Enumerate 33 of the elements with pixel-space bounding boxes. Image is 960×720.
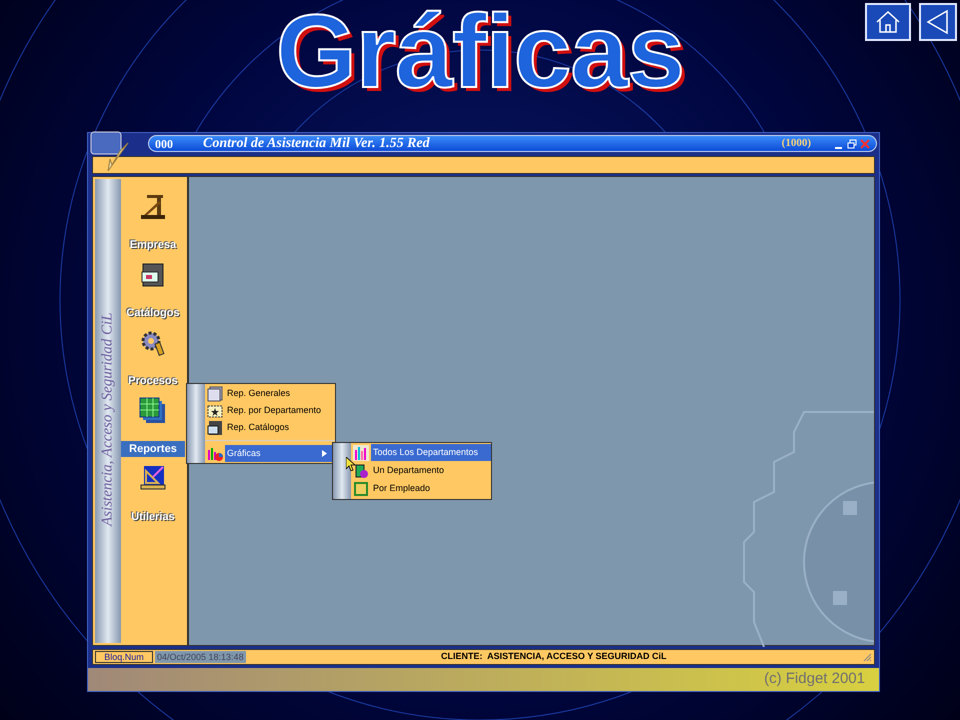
star-card-icon [207, 402, 223, 418]
window-code: (1000) [782, 136, 811, 152]
menu-item[interactable]: Gráficas [225, 445, 335, 462]
window-title: Control de Asistencia Mil Ver. 1.55 Red [203, 135, 430, 153]
spreadsheet-stack-icon [139, 397, 167, 425]
gear-icon [139, 329, 167, 357]
document-stack-icon [207, 386, 223, 402]
date-time: 04/Oct/2005 18:13:48 [155, 651, 246, 663]
window-number: 000 [155, 136, 173, 152]
submenu-item[interactable]: Un Departamento [371, 462, 491, 479]
bar-chart-icon [353, 444, 369, 460]
cabinet-icon [207, 420, 223, 436]
resize-grip-icon [862, 652, 872, 662]
menu-item[interactable]: Rep. Generales [225, 385, 335, 402]
keyboard-status: Bloq.Num [95, 651, 153, 663]
restore-icon[interactable] [847, 138, 857, 148]
home-icon [875, 10, 901, 34]
document-icon [353, 480, 369, 496]
submenu-item[interactable]: Por Empleado [371, 480, 491, 497]
sidebar-caption: Asistencia, Acceso y Seguridad CiL [98, 312, 117, 526]
crane-icon [139, 193, 167, 221]
menu-stripe [333, 443, 351, 499]
menu-item[interactable]: Rep. Catálogos [225, 419, 335, 436]
client-label: CLIENTE: ASISTENCIA, ACCESO Y SEGURIDAD CiL [440, 650, 668, 664]
left-triangle-icon [925, 9, 951, 35]
submenu-arrow-icon [322, 450, 327, 457]
submenu-item[interactable]: Todos Los Departamentos [371, 444, 491, 461]
home-button[interactable] [865, 3, 911, 41]
sidebar-item[interactable]: Reportes [121, 441, 185, 457]
mouse-cursor-icon [346, 457, 356, 471]
back-button[interactable] [919, 3, 957, 41]
copyright: (c) Fidget 2001 [764, 669, 865, 690]
menu-item[interactable]: Rep. por Departamento [225, 402, 335, 419]
